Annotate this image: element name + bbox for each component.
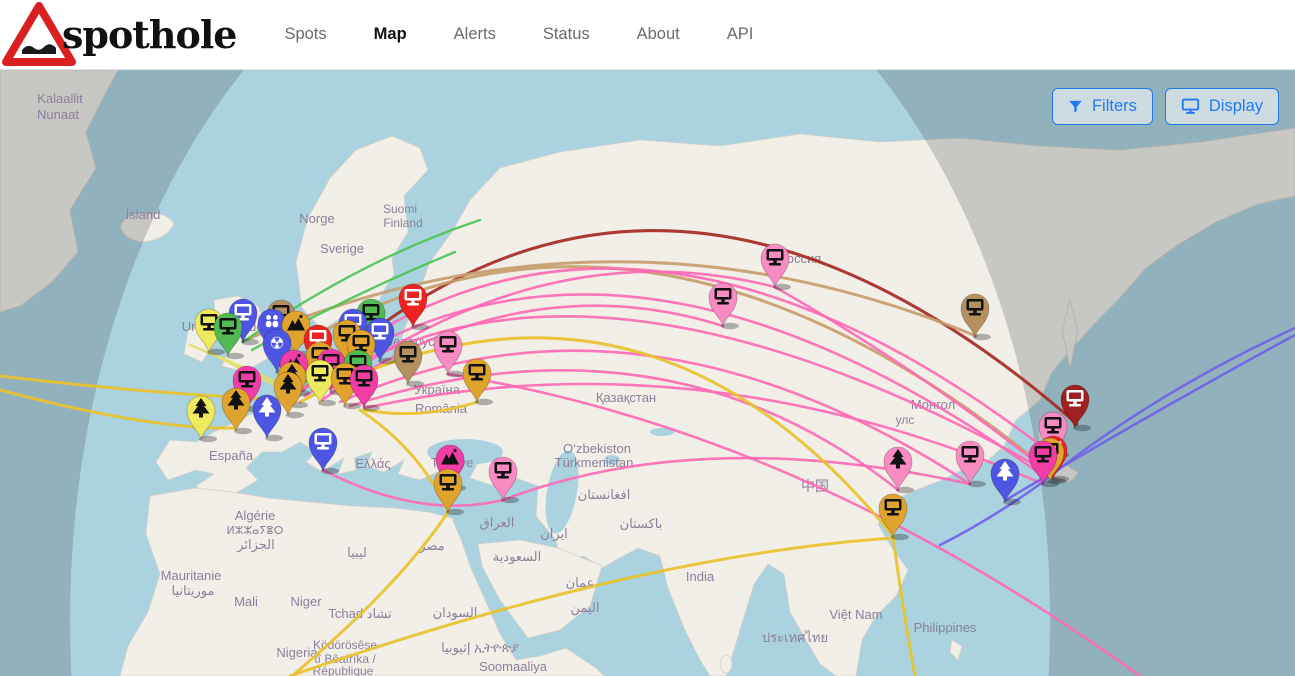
nav-tab-map[interactable]: Map: [374, 25, 407, 44]
filters-button[interactable]: Filters: [1052, 88, 1153, 125]
map-country-label: Soomaaliya: [479, 659, 548, 674]
radiation-icon: ☢: [269, 334, 284, 353]
map-country-label: إثيوبيا ኢትዮጵያ: [441, 640, 519, 656]
map-country-label: باكستان: [620, 516, 663, 531]
map-country-label: India: [686, 569, 715, 584]
nav-tab-spots[interactable]: Spots: [284, 25, 326, 44]
svg-text:☢: ☢: [269, 334, 284, 353]
world-map[interactable]: KalaallitNunaatÍslandNorgeSverigeSuomiFi…: [0, 70, 1295, 676]
display-monitor-icon: [1181, 98, 1200, 115]
map-country-label: Finland: [383, 216, 422, 230]
map-country-label: السعودية: [493, 549, 542, 565]
map-country-label: O‘zbekiston: [563, 441, 631, 456]
display-button[interactable]: Display: [1165, 88, 1279, 125]
map-country-label: ايران: [540, 526, 568, 542]
map-country-label: Niger: [290, 594, 322, 609]
map-container[interactable]: KalaallitNunaatÍslandNorgeSverigeSuomiFi…: [0, 70, 1295, 676]
map-country-label: Ísland: [126, 207, 161, 222]
app-header: spothole Spots Map Alerts Status About A…: [0, 0, 1295, 70]
nav-tab-api[interactable]: API: [727, 25, 754, 44]
map-country-label: موريتانيا: [172, 583, 215, 599]
display-button-label: Display: [1209, 97, 1263, 116]
nav-tab-alerts[interactable]: Alerts: [454, 25, 496, 44]
map-country-label: العراق: [480, 515, 515, 531]
map-country-label: افغانستان: [578, 487, 631, 502]
map-country-label: Kalaallit: [37, 91, 83, 106]
map-country-label: Mauritanie: [161, 568, 222, 583]
map-country-label: Ελλάς: [355, 456, 390, 471]
logo-text: spothole: [62, 12, 236, 57]
filter-funnel-icon: [1068, 99, 1083, 114]
map-country-label: Mali: [234, 594, 258, 609]
landmass-srilanka: [720, 655, 732, 673]
map-country-label: Philippines: [914, 620, 977, 635]
main-nav: Spots Map Alerts Status About API: [284, 25, 753, 44]
map-country-label: Norge: [299, 211, 334, 226]
nav-tab-about[interactable]: About: [637, 25, 680, 44]
map-country-label: Sverige: [320, 241, 364, 256]
map-controls: Filters Display: [1052, 88, 1279, 125]
logo[interactable]: spothole: [2, 2, 236, 68]
map-country-label: Algérie: [235, 508, 275, 523]
map-country-label: ประเทศไทย: [762, 630, 828, 645]
map-country-label: اليمن: [571, 600, 600, 616]
map-country-label: Suomi: [383, 202, 417, 216]
map-country-label: ⵍⵣⵣⴰⵢⴻⵔ: [227, 525, 284, 537]
nav-tab-status[interactable]: Status: [543, 25, 590, 44]
map-country-label: Nunaat: [37, 107, 79, 122]
map-country-label: Қазақстан: [596, 390, 656, 405]
filters-button-label: Filters: [1092, 97, 1137, 116]
map-country-label: España: [209, 448, 254, 463]
map-country-label: улс: [896, 413, 915, 427]
map-country-label: Việt Nam: [829, 607, 882, 622]
map-country-label: الجزائر: [236, 537, 275, 553]
map-country-label: ليبيا: [347, 545, 367, 560]
